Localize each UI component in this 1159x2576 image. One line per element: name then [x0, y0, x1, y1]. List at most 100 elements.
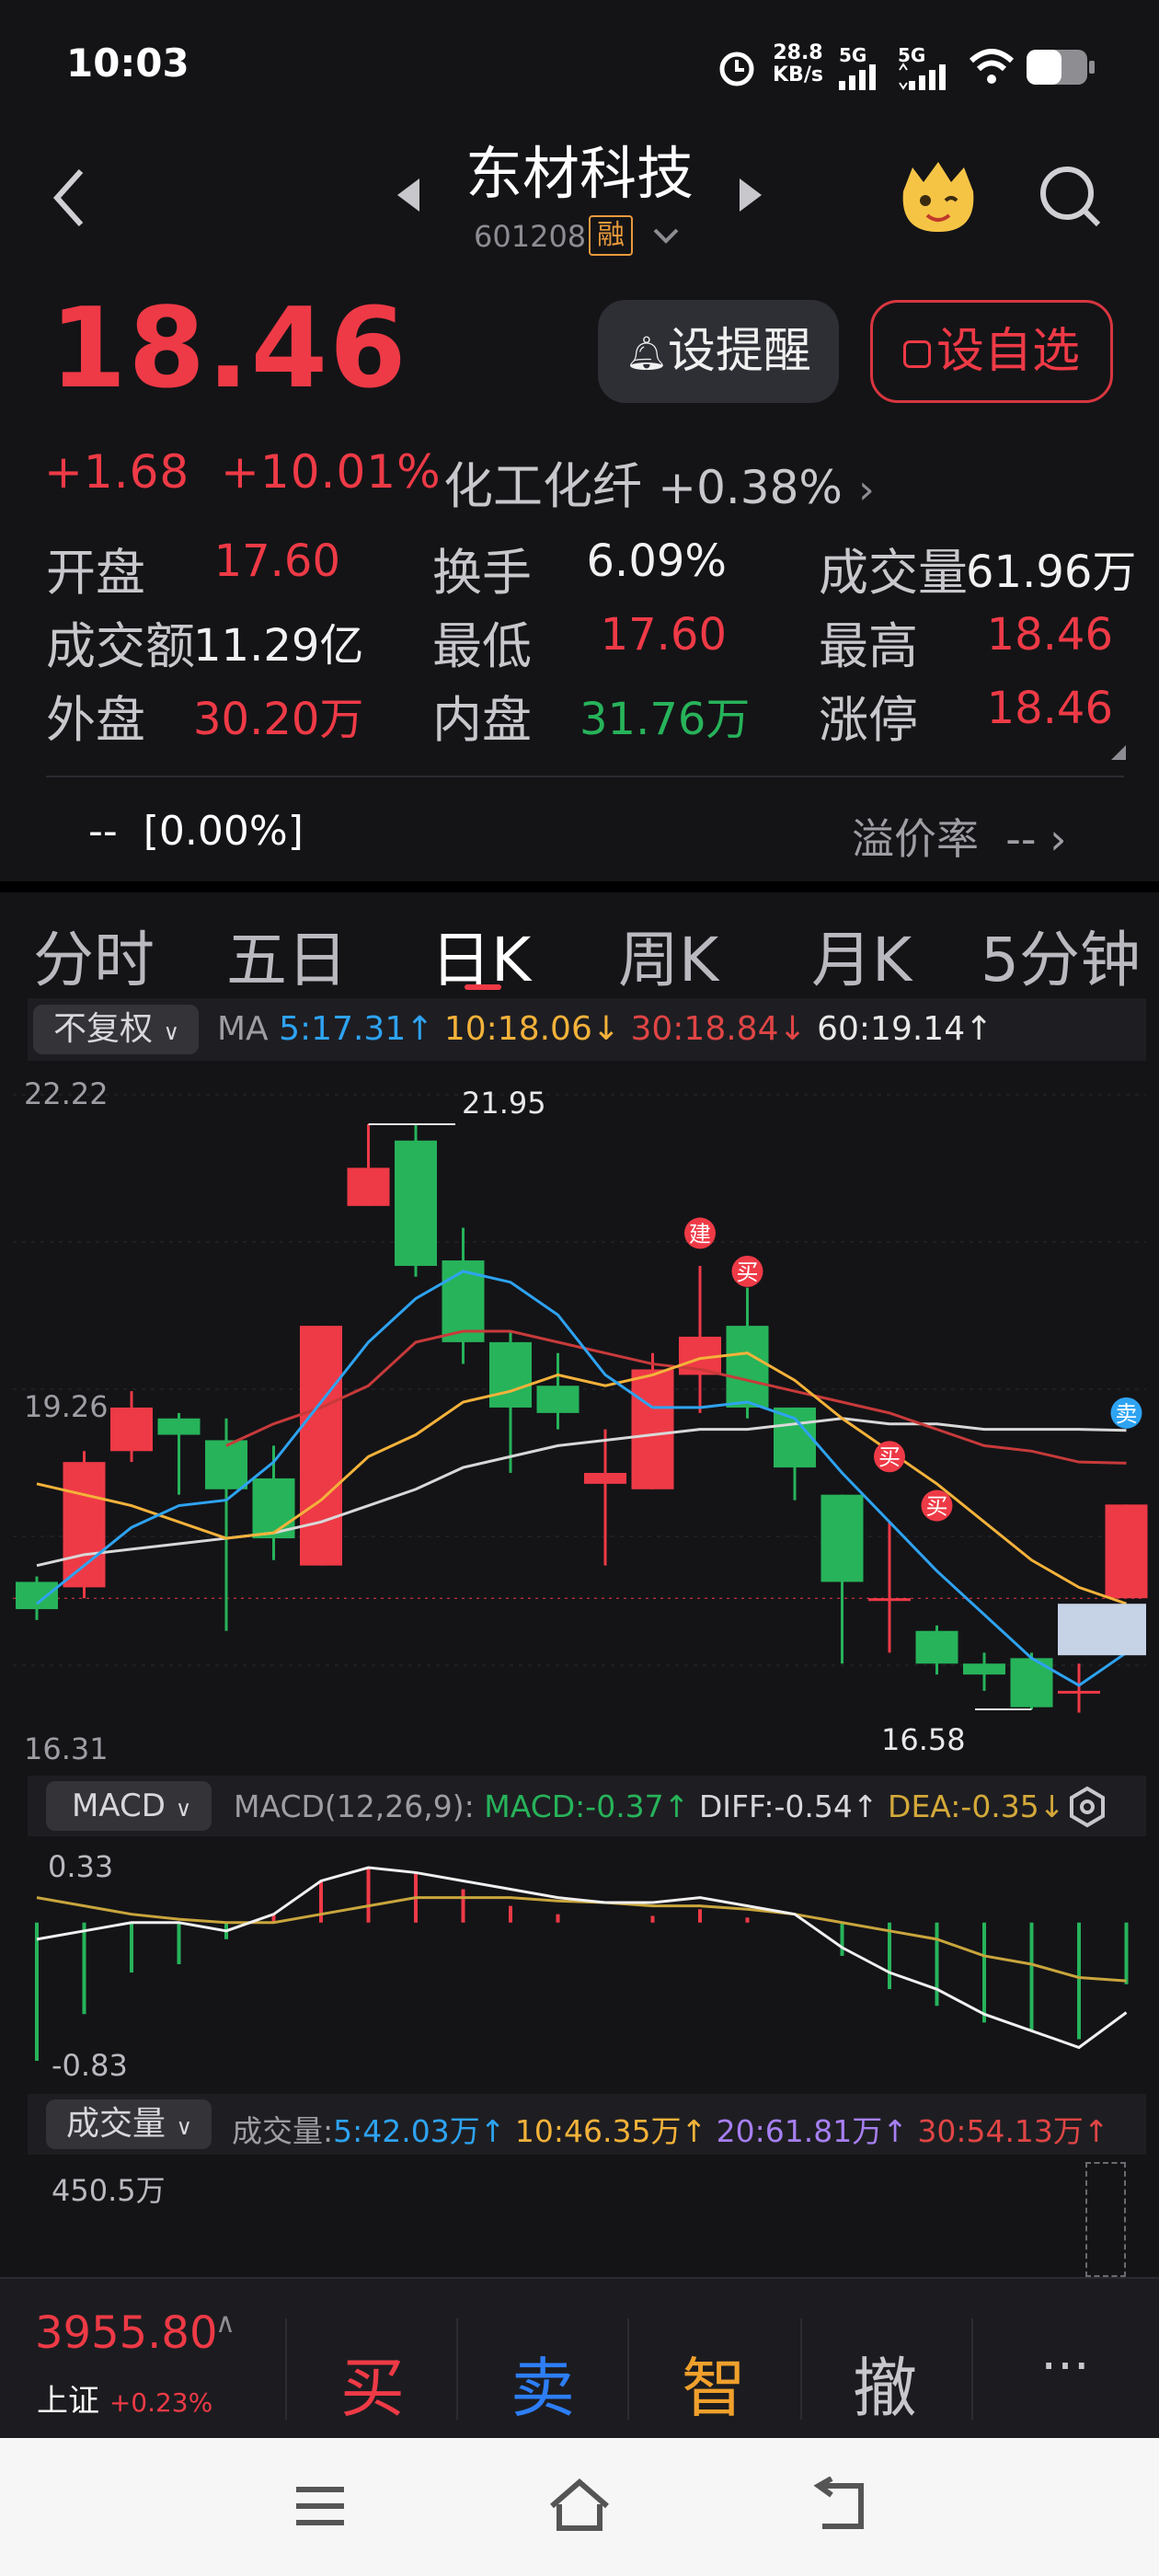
macd-diff: DIFF:-0.54↑ — [698, 1788, 878, 1824]
macd-values: MACD(12,26,9): MACD:-0.37↑ DIFF:-0.54↑ D… — [234, 1788, 1064, 1824]
volume-ma10: 10:46.35万↑ — [514, 2113, 707, 2149]
stat-value: 11.29亿 — [193, 620, 364, 672]
signal-icon-2 — [899, 63, 946, 90]
tab-five-day[interactable]: 五日 — [226, 911, 348, 999]
stat-label: 外盘 — [46, 691, 145, 749]
index-change: +0.23% — [109, 2387, 213, 2418]
signal-marker-label: 买 — [737, 1259, 759, 1285]
sector-link[interactable]: 化工化纤 +0.38% › — [443, 445, 875, 518]
candle-body — [110, 1407, 153, 1452]
candle-body — [726, 1326, 769, 1408]
volume-bar-today — [1085, 2162, 1126, 2277]
divider — [285, 2318, 287, 2420]
chevron-up-icon[interactable]: ∧ — [215, 2307, 235, 2340]
search-icon[interactable] — [1036, 162, 1106, 232]
change-value: +1.68 — [44, 445, 190, 499]
stat-value: 18.46 — [986, 683, 1113, 734]
wifi-icon — [969, 49, 1015, 84]
last-price: 18.46 — [50, 285, 408, 413]
stock-code: 601208 — [474, 219, 587, 254]
tab-five-minute[interactable]: 5分钟 — [981, 911, 1141, 999]
divider — [627, 2318, 629, 2420]
signal-marker-label: 买 — [926, 1494, 948, 1520]
net-speed-unit: KB/s — [773, 63, 823, 86]
sell-button[interactable]: 卖 — [488, 2337, 598, 2430]
status-bar: 10:03 28.8 KB/s 5G 5G — [0, 0, 1159, 138]
stat-label: 内盘 — [432, 691, 532, 749]
kline-chart[interactable]: 建买买买买卖 — [0, 994, 1159, 2277]
candle-body — [489, 1341, 532, 1408]
volume-label: 成交量: — [232, 2113, 334, 2149]
candle-body — [300, 1326, 342, 1566]
candle-body — [631, 1369, 674, 1489]
stat-label: 最低 — [432, 617, 532, 675]
expand-corner-icon[interactable] — [1109, 743, 1128, 762]
menu-icon[interactable] — [293, 2480, 348, 2532]
set-alert-label: 设提醒 — [667, 324, 811, 379]
price-change: +1.68 +10.01% — [44, 445, 442, 499]
indicator-value: MACD — [72, 1788, 166, 1824]
back-icon[interactable] — [46, 166, 92, 230]
home-icon[interactable] — [546, 2475, 613, 2534]
candle-body — [16, 1581, 58, 1610]
divider — [46, 776, 1124, 777]
indicator-select[interactable]: MACD ∨ — [46, 1781, 212, 1831]
add-watchlist-label: 设自选 — [935, 324, 1080, 379]
mascot-icon[interactable] — [892, 155, 984, 237]
stat-label: 成交额 — [46, 617, 195, 675]
tab-monthly-k[interactable]: 月K — [811, 911, 912, 999]
stat-value: 61.96万 — [966, 546, 1137, 598]
index-info: 上证 +0.23% — [37, 2375, 212, 2421]
signal-icon — [839, 64, 876, 90]
divider — [800, 2318, 802, 2420]
y-axis-bottom: 16.31 — [24, 1731, 109, 1766]
chevron-right-icon: › — [1050, 814, 1067, 864]
add-watchlist-button[interactable]: 设自选 — [870, 300, 1113, 403]
volume-axis-top: 450.5万 — [52, 2173, 166, 2208]
candle-body — [347, 1167, 390, 1206]
stat-value: 6.09% — [586, 535, 727, 587]
signal-marker-label: 买 — [878, 1444, 901, 1470]
tab-intraday[interactable]: 分时 — [33, 911, 155, 999]
stat-label: 开盘 — [46, 544, 145, 602]
net-speed: 28.8 — [773, 41, 823, 64]
current-range-box — [1058, 1604, 1146, 1656]
next-stock-icon[interactable] — [734, 175, 767, 215]
volume-select[interactable]: 成交量 ∨ — [46, 2099, 212, 2149]
bell-icon: 🔔︎ — [625, 335, 668, 373]
candle-body — [820, 1494, 864, 1582]
index-name: 上证 — [37, 2383, 99, 2420]
candle-body — [395, 1140, 437, 1266]
stat-label: 涨停 — [819, 691, 918, 749]
index-value[interactable]: 3955.80 — [35, 2307, 218, 2359]
premium-rate[interactable]: 溢价率 -- › — [852, 806, 1066, 867]
stat-label: 最高 — [819, 617, 918, 675]
chevron-down-icon: ∨ — [175, 1796, 192, 1822]
status-time: 10:03 — [66, 40, 189, 86]
settings-icon[interactable] — [1065, 1785, 1109, 1829]
back-nav-icon[interactable] — [809, 2477, 868, 2532]
cancel-order-button[interactable]: 撤 — [830, 2337, 940, 2430]
more-button[interactable]: ··· — [1010, 2337, 1120, 2397]
candle-body — [584, 1472, 626, 1484]
sector-name: 化工化纤 — [443, 457, 642, 515]
ma5-line — [36, 1270, 1128, 1687]
chevron-down-icon[interactable] — [651, 224, 681, 247]
volume-ma30: 30:54.13万↑ — [917, 2113, 1109, 2149]
macd-axis-top: 0.33 — [48, 1849, 114, 1884]
divider — [456, 2318, 458, 2420]
candle-body — [963, 1663, 1005, 1675]
signal-marker-label: 建 — [689, 1221, 711, 1247]
stat-value: 17.60 — [213, 535, 340, 587]
tab-weekly-k[interactable]: 周K — [618, 911, 718, 999]
candle-body — [205, 1440, 247, 1489]
smart-button[interactable]: 智 — [659, 2337, 769, 2430]
high-price-mark: 21.95 — [462, 1086, 546, 1121]
macd-axis-bottom: -0.83 — [52, 2048, 128, 2083]
candle-body — [63, 1462, 106, 1588]
stat-label: 换手 — [432, 544, 532, 602]
candle-body — [536, 1386, 580, 1413]
volume-values: 成交量:5:42.03万↑ 10:46.35万↑ 20:61.81万↑ 30:5… — [232, 2107, 1109, 2151]
buy-button[interactable]: 买 — [317, 2337, 428, 2430]
set-alert-button[interactable]: 🔔︎设提醒 — [598, 300, 839, 403]
